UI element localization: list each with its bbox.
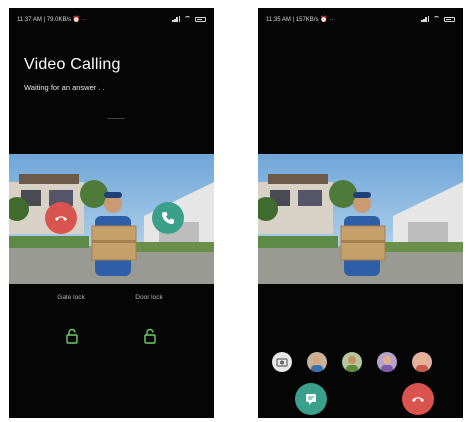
hangup-button[interactable] <box>402 383 434 415</box>
gate-lock-label: Gate lock <box>57 294 85 301</box>
battery-icon <box>195 16 206 22</box>
status-bar: 11:37 AM | 79.0KB/s ⏰ ·· <box>17 14 206 24</box>
incoming-call-screen: 11:37 AM | 79.0KB/s ⏰ ·· Video Calling W… <box>9 8 214 418</box>
call-status-text: Waiting for an answer . . <box>24 83 105 92</box>
status-time: 11:37 AM | 79.0KB/s <box>17 16 72 23</box>
contact-avatar-1[interactable] <box>307 352 327 372</box>
door-lock-label: Door lock <box>135 294 163 301</box>
active-call-screen: 11:35 AM | 157KB/s ⏰ ·· <box>258 8 463 418</box>
wifi-icon <box>433 16 440 22</box>
signal-icon <box>421 16 430 22</box>
phone-icon <box>162 212 174 224</box>
contact-avatar-4[interactable] <box>412 352 432 372</box>
person-icon <box>381 356 393 372</box>
status-bar: 11:35 AM | 157KB/s ⏰ ·· <box>266 14 455 24</box>
signal-icon <box>172 16 181 22</box>
status-extra: ⏰ ·· <box>72 16 86 23</box>
gate-lock-icon[interactable] <box>65 328 79 344</box>
hangup-icon <box>412 397 424 402</box>
video-feed <box>258 154 463 284</box>
battery-icon <box>444 16 455 22</box>
person-icon <box>416 356 428 372</box>
camera-icon <box>276 358 288 367</box>
message-button[interactable] <box>295 383 327 415</box>
contact-avatar-2[interactable] <box>342 352 362 372</box>
page-title: Video Calling <box>24 56 121 73</box>
door-lock-icon[interactable] <box>143 328 157 344</box>
hangup-icon <box>55 216 67 221</box>
video-feed <box>9 154 214 284</box>
decline-button[interactable] <box>45 202 77 234</box>
contact-avatar-3[interactable] <box>377 352 397 372</box>
status-extra: ⏰ ·· <box>320 16 334 23</box>
status-time: 11:35 AM | 157KB/s <box>266 16 319 23</box>
person-icon <box>311 356 323 372</box>
divider <box>107 118 125 119</box>
person-icon <box>346 356 358 372</box>
chat-icon <box>306 394 316 405</box>
camera-switch-button[interactable] <box>272 352 292 372</box>
wifi-icon <box>184 16 191 22</box>
accept-button[interactable] <box>152 202 184 234</box>
